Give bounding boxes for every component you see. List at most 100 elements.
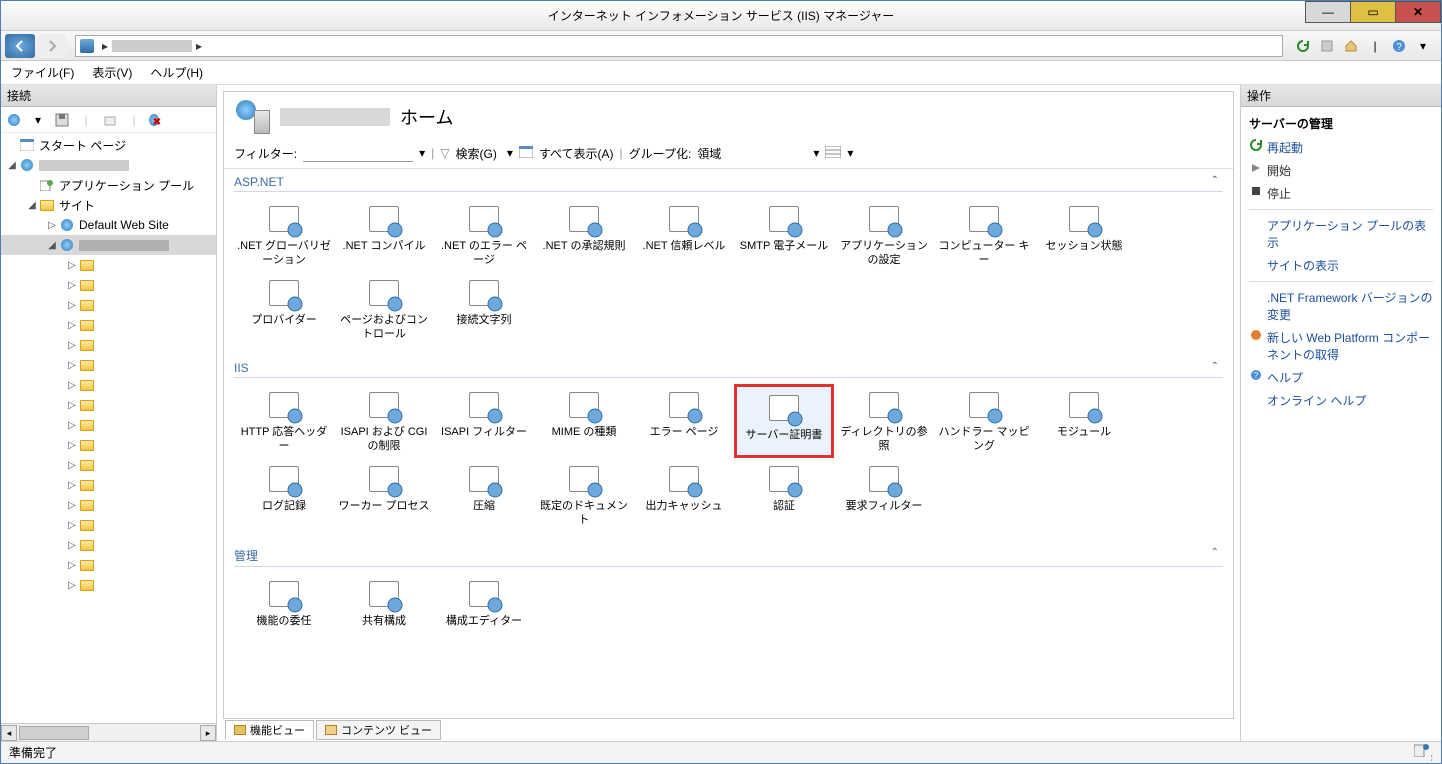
action-get-webpi[interactable]: 新しい Web Platform コンポーネントの取得 <box>1249 326 1433 366</box>
feature-item[interactable]: .NET の承認規則 <box>534 198 634 272</box>
tree-subfolder[interactable]: ▷ <box>1 275 216 295</box>
feature-item[interactable]: 既定のドキュメント <box>534 458 634 532</box>
save-icon[interactable] <box>53 111 71 129</box>
show-all-icon[interactable] <box>519 146 533 161</box>
expand-icon[interactable]: ▷ <box>65 480 79 491</box>
action-view-app-pools[interactable]: アプリケーション プールの表示 <box>1249 214 1433 254</box>
action-stop[interactable]: 停止 <box>1249 182 1433 205</box>
expand-icon[interactable]: ▷ <box>65 540 79 551</box>
tab-content-view[interactable]: コンテンツ ビュー <box>316 720 441 740</box>
feature-item[interactable]: 接続文字列 <box>434 272 534 346</box>
remove-icon[interactable]: ✖ <box>149 111 167 129</box>
tree-subfolder[interactable]: ▷ <box>1 575 216 595</box>
group-mgmt-header[interactable]: 管理⌃ <box>234 545 1223 567</box>
expand-icon[interactable]: ▷ <box>65 400 79 411</box>
tree-subfolder[interactable]: ▷ <box>1 335 216 355</box>
feature-item[interactable]: ハンドラー マッピング <box>934 384 1034 458</box>
address-bar[interactable]: ▸ ▸ <box>75 35 1283 57</box>
group-dropdown-icon[interactable]: ▾ <box>813 146 819 160</box>
toolbar-dropdown-icon[interactable]: ▾ <box>29 111 47 129</box>
feature-item[interactable]: 機能の委任 <box>234 573 334 632</box>
show-all-label[interactable]: すべて表示(A) <box>539 145 614 162</box>
filter-dropdown-icon[interactable]: ▾ <box>419 146 425 160</box>
feature-item[interactable]: ディレクトリの参照 <box>834 384 934 458</box>
expand-icon[interactable]: ▷ <box>65 520 79 531</box>
feature-item[interactable]: ワーカー プロセス <box>334 458 434 532</box>
tree-subfolder[interactable]: ▷ <box>1 375 216 395</box>
feature-item[interactable]: SMTP 電子メール <box>734 198 834 272</box>
stop-button[interactable] <box>1317 36 1337 56</box>
tree-start-page[interactable]: スタート ページ <box>1 135 216 155</box>
maximize-button[interactable]: ▭ <box>1350 1 1396 23</box>
expand-icon[interactable]: ▷ <box>65 260 79 271</box>
tree-subfolder[interactable]: ▷ <box>1 435 216 455</box>
feature-item[interactable]: サーバー証明書 <box>734 384 834 458</box>
menu-file[interactable]: ファイル(F) <box>11 64 74 81</box>
menu-help[interactable]: ヘルプ(H) <box>150 64 203 81</box>
feature-item[interactable]: 構成エディター <box>434 573 534 632</box>
feature-item[interactable]: HTTP 応答ヘッダー <box>234 384 334 458</box>
expand-icon[interactable]: ▷ <box>65 340 79 351</box>
tree-hscrollbar[interactable]: ◂ ▸ <box>1 723 216 741</box>
group-aspnet-header[interactable]: ASP.NET⌃ <box>234 173 1223 192</box>
feature-item[interactable]: .NET のエラー ページ <box>434 198 534 272</box>
action-help[interactable]: ?ヘルプ <box>1249 366 1433 389</box>
action-change-netfx[interactable]: .NET Framework バージョンの変更 <box>1249 286 1433 326</box>
expand-icon[interactable]: ▷ <box>65 420 79 431</box>
collapse-icon[interactable]: ◢ <box>25 200 39 211</box>
tree-subfolder[interactable]: ▷ <box>1 455 216 475</box>
help-button[interactable]: ? <box>1389 36 1409 56</box>
action-start[interactable]: 開始 <box>1249 159 1433 182</box>
feature-item[interactable]: セッション状態 <box>1034 198 1134 272</box>
feature-item[interactable]: モジュール <box>1034 384 1134 458</box>
feature-item[interactable]: 共有構成 <box>334 573 434 632</box>
tree-site-selected[interactable]: ◢ <box>1 235 216 255</box>
close-button[interactable]: ✕ <box>1395 1 1441 23</box>
collapse-icon[interactable]: ⌃ <box>1211 175 1223 189</box>
collapse-icon[interactable]: ◢ <box>5 160 19 171</box>
minimize-button[interactable]: — <box>1305 1 1351 23</box>
expand-icon[interactable]: ▷ <box>65 500 79 511</box>
tree-subfolder[interactable]: ▷ <box>1 295 216 315</box>
scroll-right-icon[interactable]: ▸ <box>200 725 216 741</box>
action-online-help[interactable]: オンライン ヘルプ <box>1249 389 1433 412</box>
group-iis-header[interactable]: IIS⌃ <box>234 359 1223 378</box>
menu-view[interactable]: 表示(V) <box>92 64 132 81</box>
action-restart[interactable]: 再起動 <box>1249 136 1433 159</box>
refresh-button[interactable] <box>1293 36 1313 56</box>
feature-item[interactable]: .NET コンパイル <box>334 198 434 272</box>
tree-subfolder[interactable]: ▷ <box>1 515 216 535</box>
tree-subfolder[interactable]: ▷ <box>1 255 216 275</box>
feature-item[interactable]: .NET グローバリゼーション <box>234 198 334 272</box>
feature-item[interactable]: ログ記録 <box>234 458 334 532</box>
up-icon[interactable] <box>101 111 119 129</box>
feature-item[interactable]: アプリケーションの設定 <box>834 198 934 272</box>
search-label[interactable]: 検索(G) <box>456 145 497 162</box>
feature-item[interactable]: プロバイダー <box>234 272 334 346</box>
tree-subfolder[interactable]: ▷ <box>1 355 216 375</box>
tree-sites[interactable]: ◢ サイト <box>1 195 216 215</box>
feature-item[interactable]: .NET 信頼レベル <box>634 198 734 272</box>
tree-subfolder[interactable]: ▷ <box>1 395 216 415</box>
home-button[interactable] <box>1341 36 1361 56</box>
tree-subfolder[interactable]: ▷ <box>1 315 216 335</box>
expand-icon[interactable]: ▷ <box>65 360 79 371</box>
collapse-icon[interactable]: ◢ <box>45 240 59 251</box>
feature-item[interactable]: エラー ページ <box>634 384 734 458</box>
feature-item[interactable]: ISAPI および CGI の制限 <box>334 384 434 458</box>
filter-input[interactable] <box>303 144 413 162</box>
feature-item[interactable]: MIME の種類 <box>534 384 634 458</box>
tab-features-view[interactable]: 機能ビュー <box>225 720 314 740</box>
tree-subfolder[interactable]: ▷ <box>1 415 216 435</box>
feature-item[interactable]: 要求フィルター <box>834 458 934 532</box>
expand-icon[interactable]: ▷ <box>65 460 79 471</box>
expand-icon[interactable]: ▷ <box>65 580 79 591</box>
feature-item[interactable]: コンピューター キー <box>934 198 1034 272</box>
expand-icon[interactable]: ▷ <box>65 440 79 451</box>
expand-icon[interactable]: ▷ <box>45 220 59 231</box>
action-view-sites[interactable]: サイトの表示 <box>1249 254 1433 277</box>
tree-subfolder[interactable]: ▷ <box>1 475 216 495</box>
expand-icon[interactable]: ▷ <box>65 280 79 291</box>
dropdown-icon[interactable]: ▾ <box>1413 36 1433 56</box>
funnel-icon[interactable]: ▽ <box>440 146 449 160</box>
